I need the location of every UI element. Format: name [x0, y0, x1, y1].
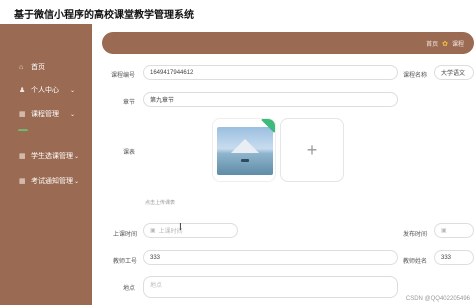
chevron-down-icon: ⌄ — [74, 153, 80, 160]
upload-hint: 点击上传课表 — [145, 200, 176, 206]
sidebar-item-label: 课程管理 — [31, 111, 59, 118]
chevron-down-icon: ⌄ — [74, 178, 80, 185]
breadcrumb-current: 课程 — [451, 42, 464, 48]
breadcrumb-banner: 首页 ✿ 课程 — [102, 32, 474, 54]
home-icon: ⌂ — [19, 63, 24, 71]
location-field[interactable]: 地点 — [143, 276, 398, 298]
uploaded-thumbnail — [217, 127, 273, 175]
top-bar: 基于微信小程序的高校课堂教学管理系统 — [0, 0, 474, 24]
app-title: 基于微信小程序的高校课堂教学管理系统 — [14, 10, 194, 21]
publish-time-label: 发布时间 — [403, 232, 428, 238]
chevron-down-icon: ⌄ — [70, 87, 76, 94]
course-no-label: 课程编号 — [111, 73, 136, 79]
location-placeholder: 地点 — [150, 283, 163, 289]
sidebar-item-courses[interactable]: ▦ 课程管理 ⌄ — [0, 106, 92, 122]
uploaded-image-card[interactable] — [212, 118, 276, 182]
sidebar-item-home[interactable]: ⌂ 首页 — [0, 59, 92, 75]
location-label: 地点 — [123, 286, 136, 292]
teacher-name-label: 教师姓名 — [403, 259, 428, 265]
user-icon: ♟ — [19, 87, 26, 94]
sidebar-item-label: 首页 — [31, 64, 45, 71]
sidebar: ⌂ 首页 ♟ 个人中心 ⌄ ▦ 课程管理 ⌄ ▦ 学生选课管理 ⌄ ▦ 考试通知… — [0, 24, 92, 305]
grid-icon: ▦ — [19, 178, 26, 185]
sidebar-item-label: 考试通知管理 — [31, 178, 73, 185]
breadcrumb: 首页 ✿ 课程 — [426, 39, 464, 49]
start-time-label: 上课时间 — [113, 232, 138, 238]
teacher-no-label: 教师工号 — [113, 259, 138, 265]
sidebar-item-profile[interactable]: ♟ 个人中心 ⌄ — [0, 82, 92, 98]
watermark: CSDN @QQ4022054​96 — [405, 296, 470, 302]
text-cursor-icon: I — [179, 222, 182, 233]
sidebar-item-label: 学生选课管理 — [31, 153, 73, 160]
chapter-field[interactable]: 第九章节 — [143, 92, 398, 107]
boat-shape — [241, 159, 249, 162]
mountain-shape — [231, 139, 259, 153]
plus-icon: + — [306, 139, 318, 160]
course-no-value: 1649417944612 — [150, 69, 194, 76]
calendar-icon: ▣ — [441, 228, 447, 234]
course-name-label: 课程名称 — [403, 73, 428, 79]
course-no-field[interactable]: 1649417944612 — [143, 65, 398, 80]
breadcrumb-home[interactable]: 首页 — [426, 39, 438, 48]
publish-time-field[interactable]: ▣ — [434, 223, 474, 238]
active-indicator — [18, 129, 28, 133]
chevron-down-icon: ⌄ — [70, 111, 76, 118]
star-icon: ✿ — [442, 40, 448, 48]
video-label: 课表 — [123, 150, 136, 156]
sidebar-item-enrollment[interactable]: ▦ 学生选课管理 ⌄ — [0, 148, 92, 164]
teacher-no-value: 333 — [150, 254, 161, 261]
grid-icon: ▦ — [19, 153, 26, 160]
start-time-field[interactable]: ▣ 上课时间 — [143, 223, 238, 238]
calendar-icon: ▣ — [150, 228, 156, 234]
chapter-label: 章节 — [123, 100, 136, 106]
sidebar-item-label: 个人中心 — [31, 87, 59, 94]
course-name-value: 大学语文 — [441, 71, 466, 77]
sidebar-item-exams[interactable]: ▦ 考试通知管理 ⌄ — [0, 173, 92, 189]
course-name-select[interactable]: 大学语文 — [434, 65, 474, 80]
add-upload-button[interactable]: + — [280, 118, 344, 182]
teacher-name-value: 333 — [441, 254, 452, 261]
chapter-value: 第九章节 — [150, 98, 175, 104]
grid-icon: ▦ — [19, 111, 26, 118]
teacher-no-field[interactable]: 333 — [143, 250, 398, 265]
teacher-name-field[interactable]: 333 — [434, 250, 474, 265]
